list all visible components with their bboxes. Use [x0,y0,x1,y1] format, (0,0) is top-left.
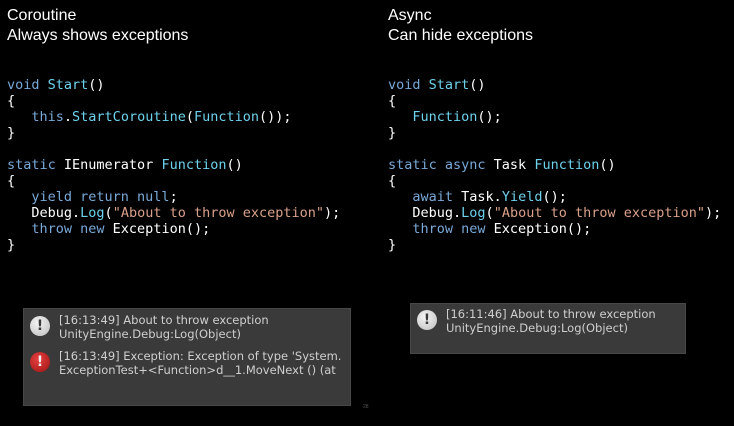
code-token: ()); [259,109,292,125]
code-token: } [7,125,16,141]
code-token: ( [185,109,194,125]
code-token: IEnumerator [55,157,162,173]
log-line: [16:11:46] About to throw exception [446,307,656,321]
log-line: [16:13:49] About to throw exception [59,313,269,327]
code-token: throw new [31,221,105,237]
code-token: void [7,77,40,93]
page-number: 28 [363,404,369,410]
code-line: void Start() [388,77,721,93]
code-token: { [7,93,16,109]
code-token: } [388,237,397,253]
code-line: { [388,173,721,189]
code-token: this [31,109,64,125]
code-token: Debug. [388,205,462,221]
code-line: } [7,237,340,253]
code-token: ( [104,205,113,221]
code-token: Function [534,157,600,173]
code-line: } [388,125,721,141]
code-token: yield return null [31,189,170,205]
warning-icon: ! [30,316,50,336]
code-token: } [388,125,397,141]
code-line: void Start() [7,77,340,93]
code-token: Task [485,157,535,173]
async-console: ! [16:11:46] About to throw exception Un… [410,303,686,354]
code-token: static async [388,157,486,173]
code-line: } [7,125,340,141]
code-token: Start [428,77,470,93]
coroutine-subtitle: Always shows exceptions [7,27,189,44]
code-token: ; [169,189,178,205]
code-token: static [7,157,56,173]
log-line: [16:13:49] Exception: Exception of type … [59,349,342,363]
code-token: } [7,237,16,253]
code-line: Debug.Log("About to throw exception"); [388,205,721,221]
coroutine-code-block: void Start(){ this.StartCoroutine(Functi… [7,77,340,253]
code-token: StartCoroutine [72,109,186,125]
code-token: "About to throw exception" [493,205,706,221]
code-line: await Task.Yield(); [388,189,721,205]
async-title: Async [388,7,432,24]
code-token: Start [47,77,89,93]
code-token: (); [542,189,567,205]
code-line: yield return null; [7,189,340,205]
code-token: Exception(); [104,221,211,237]
coroutine-title: Coroutine [7,7,77,24]
code-token: ( [485,205,494,221]
log-line: UnityEngine.Debug:Log(Object) [446,321,628,335]
code-token: Function [412,109,478,125]
code-token: Debug. [7,205,81,221]
code-token: ); [705,205,722,221]
code-token: void [388,77,421,93]
code-line: Debug.Log("About to throw exception"); [7,205,340,221]
code-token: (); [477,109,502,125]
code-token: Log [80,205,105,221]
code-line: throw new Exception(); [388,221,721,237]
code-line: static IEnumerator Function() [7,157,340,173]
code-token: Exception(); [485,221,592,237]
code-token: Function [193,109,260,125]
code-token: Function [161,157,227,173]
code-line: this.StartCoroutine(Function()); [7,109,340,125]
code-token: { [388,93,397,109]
code-line: { [7,173,340,189]
code-token: { [388,173,397,189]
code-line: { [7,93,340,109]
code-token: () [599,157,616,173]
code-line: Function(); [388,109,721,125]
code-line: } [388,237,721,253]
async-subtitle: Can hide exceptions [388,27,533,44]
code-token: await [412,189,454,205]
code-line: { [388,93,721,109]
async-code-block: void Start(){ Function();} static async … [388,77,721,253]
error-icon: ! [30,352,50,372]
code-line: throw new Exception(); [7,221,340,237]
code-token: . [63,109,73,125]
log-line: UnityEngine.Debug:Log(Object) [59,327,241,341]
coroutine-console: ! [16:13:49] About to throw exception Un… [23,308,351,406]
code-token: { [7,173,16,189]
code-token: Task. [453,189,502,205]
code-token: () [88,77,105,93]
code-token: () [469,77,486,93]
code-token: "About to throw exception" [112,205,325,221]
code-token: throw new [412,221,486,237]
code-line: static async Task Function() [388,157,721,173]
log-line: ExceptionTest+<Function>d__1.MoveNext ()… [59,363,336,377]
code-token: ); [324,205,341,221]
warning-icon: ! [417,310,437,330]
code-token: () [226,157,243,173]
code-token: Yield [501,189,543,205]
code-token: Log [461,205,486,221]
